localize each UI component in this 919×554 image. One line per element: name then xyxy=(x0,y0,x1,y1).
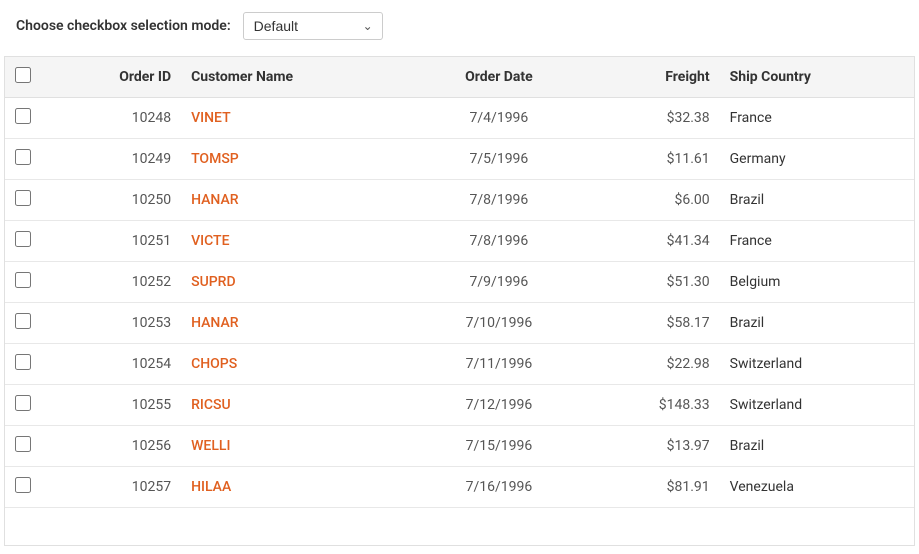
row-orderid: 10256 xyxy=(41,426,183,467)
row-orderid: 10253 xyxy=(41,303,183,344)
row-customername: SUPRD xyxy=(183,262,416,303)
row-orderid: 10249 xyxy=(41,139,183,180)
row-shipcountry: France xyxy=(722,98,914,139)
mode-select-wrapper[interactable]: Default ResetOnRowClick MultiSimple Mult… xyxy=(243,12,383,40)
row-orderdate: 7/11/1996 xyxy=(416,344,581,385)
table-row[interactable]: 10250 HANAR 7/8/1996 $6.00 Brazil xyxy=(5,180,914,221)
row-customername: VICTE xyxy=(183,221,416,262)
row-checkbox-cell[interactable] xyxy=(5,385,41,426)
data-table-container: Order ID Customer Name Order Date Freigh… xyxy=(4,56,915,546)
row-checkbox[interactable] xyxy=(15,108,31,124)
row-shipcountry: Brazil xyxy=(722,180,914,221)
row-checkbox-cell[interactable] xyxy=(5,303,41,344)
data-table: Order ID Customer Name Order Date Freigh… xyxy=(5,57,914,508)
row-checkbox-cell[interactable] xyxy=(5,139,41,180)
row-checkbox[interactable] xyxy=(15,149,31,165)
row-freight: $13.97 xyxy=(582,426,722,467)
row-shipcountry: Germany xyxy=(722,139,914,180)
header-shipcountry: Ship Country xyxy=(722,57,914,98)
row-customername: CHOPS xyxy=(183,344,416,385)
row-checkbox[interactable] xyxy=(15,354,31,370)
row-customername: HANAR xyxy=(183,303,416,344)
header-orderdate: Order Date xyxy=(416,57,581,98)
row-orderdate: 7/8/1996 xyxy=(416,180,581,221)
row-checkbox-cell[interactable] xyxy=(5,426,41,467)
row-checkbox-cell[interactable] xyxy=(5,98,41,139)
row-orderdate: 7/12/1996 xyxy=(416,385,581,426)
row-customername: HANAR xyxy=(183,180,416,221)
table-row[interactable]: 10256 WELLI 7/15/1996 $13.97 Brazil xyxy=(5,426,914,467)
row-checkbox[interactable] xyxy=(15,436,31,452)
row-shipcountry: Brazil xyxy=(722,303,914,344)
row-customername: VINET xyxy=(183,98,416,139)
mode-label: Choose checkbox selection mode: xyxy=(16,18,231,34)
table-row[interactable]: 10255 RICSU 7/12/1996 $148.33 Switzerlan… xyxy=(5,385,914,426)
row-checkbox-cell[interactable] xyxy=(5,221,41,262)
row-shipcountry: Belgium xyxy=(722,262,914,303)
table-row[interactable]: 10252 SUPRD 7/9/1996 $51.30 Belgium xyxy=(5,262,914,303)
select-all-checkbox[interactable] xyxy=(15,67,31,83)
row-shipcountry: Switzerland xyxy=(722,385,914,426)
table-row[interactable]: 10257 HILAA 7/16/1996 $81.91 Venezuela xyxy=(5,467,914,508)
row-shipcountry: Switzerland xyxy=(722,344,914,385)
row-orderid: 10255 xyxy=(41,385,183,426)
header-checkbox-cell[interactable] xyxy=(5,57,41,98)
row-orderid: 10254 xyxy=(41,344,183,385)
row-orderid: 10257 xyxy=(41,467,183,508)
row-orderid: 10250 xyxy=(41,180,183,221)
row-checkbox-cell[interactable] xyxy=(5,344,41,385)
table-row[interactable]: 10253 HANAR 7/10/1996 $58.17 Brazil xyxy=(5,303,914,344)
row-customername: TOMSP xyxy=(183,139,416,180)
row-freight: $6.00 xyxy=(582,180,722,221)
row-checkbox[interactable] xyxy=(15,190,31,206)
row-freight: $41.34 xyxy=(582,221,722,262)
row-checkbox-cell[interactable] xyxy=(5,262,41,303)
table-row[interactable]: 10249 TOMSP 7/5/1996 $11.61 Germany xyxy=(5,139,914,180)
table-row[interactable]: 10251 VICTE 7/8/1996 $41.34 France xyxy=(5,221,914,262)
row-customername: WELLI xyxy=(183,426,416,467)
table-row[interactable]: 10248 VINET 7/4/1996 $32.38 France xyxy=(5,98,914,139)
row-customername: RICSU xyxy=(183,385,416,426)
row-orderdate: 7/16/1996 xyxy=(416,467,581,508)
table-header-row: Order ID Customer Name Order Date Freigh… xyxy=(5,57,914,98)
mode-select[interactable]: Default ResetOnRowClick MultiSimple Mult… xyxy=(243,12,383,40)
row-orderdate: 7/15/1996 xyxy=(416,426,581,467)
row-orderid: 10251 xyxy=(41,221,183,262)
row-freight: $11.61 xyxy=(582,139,722,180)
row-orderdate: 7/8/1996 xyxy=(416,221,581,262)
row-freight: $51.30 xyxy=(582,262,722,303)
row-orderdate: 7/5/1996 xyxy=(416,139,581,180)
row-shipcountry: Venezuela xyxy=(722,467,914,508)
header-customername: Customer Name xyxy=(183,57,416,98)
row-checkbox-cell[interactable] xyxy=(5,180,41,221)
table-row[interactable]: 10254 CHOPS 7/11/1996 $22.98 Switzerland xyxy=(5,344,914,385)
row-freight: $32.38 xyxy=(582,98,722,139)
row-orderdate: 7/10/1996 xyxy=(416,303,581,344)
top-bar: Choose checkbox selection mode: Default … xyxy=(0,0,919,56)
row-customername: HILAA xyxy=(183,467,416,508)
row-freight: $81.91 xyxy=(582,467,722,508)
row-shipcountry: France xyxy=(722,221,914,262)
row-orderdate: 7/4/1996 xyxy=(416,98,581,139)
row-checkbox[interactable] xyxy=(15,395,31,411)
row-freight: $148.33 xyxy=(582,385,722,426)
row-orderid: 10248 xyxy=(41,98,183,139)
row-checkbox-cell[interactable] xyxy=(5,467,41,508)
row-orderid: 10252 xyxy=(41,262,183,303)
row-checkbox[interactable] xyxy=(15,231,31,247)
row-freight: $58.17 xyxy=(582,303,722,344)
row-checkbox[interactable] xyxy=(15,477,31,493)
header-freight: Freight xyxy=(582,57,722,98)
row-shipcountry: Brazil xyxy=(722,426,914,467)
row-freight: $22.98 xyxy=(582,344,722,385)
row-orderdate: 7/9/1996 xyxy=(416,262,581,303)
row-checkbox[interactable] xyxy=(15,313,31,329)
row-checkbox[interactable] xyxy=(15,272,31,288)
header-orderid: Order ID xyxy=(41,57,183,98)
